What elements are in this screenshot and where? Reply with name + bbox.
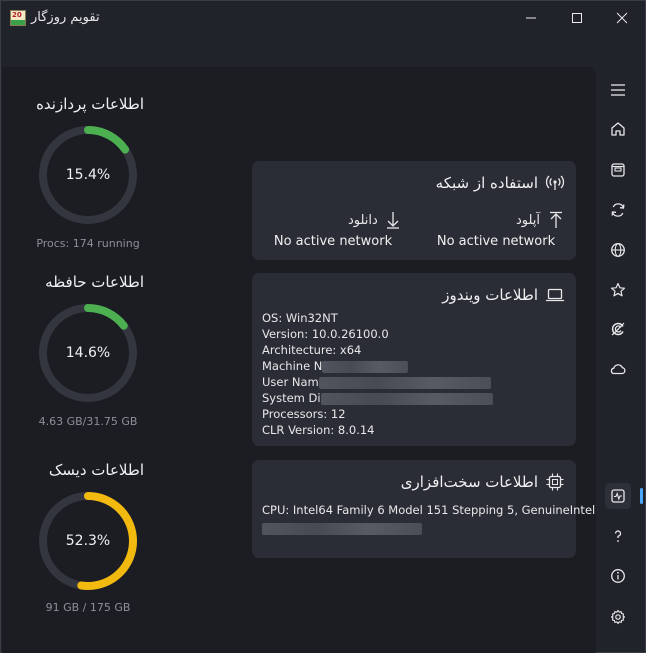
hardware-info-card: اطلاعات سخت‌افزاری CPU: Intel64 Family 6…	[252, 460, 595, 558]
nav-globe[interactable]	[605, 237, 631, 263]
hardware-info-title: اطلاعات سخت‌افزاری	[400, 473, 538, 491]
user-name-line: User Nam	[262, 374, 493, 390]
redacted-user-name	[318, 376, 491, 389]
hamburger-menu-icon	[611, 84, 625, 96]
chip-icon	[544, 471, 566, 493]
memory-usage: 4.63 GB/31.75 GB	[38, 415, 138, 428]
network-card: استفاده از شبکه آپلود دانلود No active n…	[252, 161, 576, 260]
version-line: Version: 10.0.26100.0	[262, 327, 389, 341]
download-label: دانلود	[348, 213, 378, 228]
system-monitor-icon	[611, 489, 625, 503]
system-dir-label: System Di	[262, 391, 321, 405]
disk-gauge-title: اطلاعات دیسک	[48, 461, 144, 479]
app-window: 20 تقویم روزگار اطلاعات پردازنده 15.4% P…	[0, 0, 646, 653]
minimize-button[interactable]	[508, 1, 554, 35]
nav-calendar[interactable]	[605, 157, 631, 183]
close-button[interactable]	[599, 1, 645, 35]
hardware-info-lines: CPU: Intel64 Family 6 Model 151 Stepping…	[262, 502, 595, 536]
upload-value: No active network	[436, 234, 556, 249]
upload-arrow-icon	[550, 211, 562, 228]
windows-info-card: اطلاعات ویندوز OS: Win32NT Version: 10.0…	[252, 273, 576, 446]
nav-rail	[595, 67, 645, 653]
maximize-button[interactable]	[554, 1, 600, 35]
nav-system-monitor[interactable]	[605, 483, 631, 509]
gpu-line	[262, 520, 595, 536]
cpu-line: CPU: Intel64 Family 6 Model 151 Stepping…	[262, 503, 596, 517]
memory-percent: 14.6%	[65, 345, 111, 361]
active-indicator	[640, 488, 643, 504]
processors-line: Processors: 12	[262, 407, 346, 421]
disk-usage: 91 GB / 175 GB	[45, 601, 131, 614]
settings-icon	[610, 609, 626, 625]
architecture-line: Architecture: x64	[262, 343, 362, 357]
app-title: تقویم روزگار	[31, 10, 100, 25]
nav-favorites[interactable]	[605, 277, 631, 303]
user-name-label: User Nam	[262, 375, 319, 389]
os-line: OS: Win32NT	[262, 311, 338, 325]
cpu-procs: Procs: 174 running	[36, 237, 140, 250]
nav-help[interactable]	[605, 523, 631, 549]
nav-cloud[interactable]	[605, 356, 631, 382]
clr-version-line: CLR Version: 8.0.14	[262, 423, 375, 437]
upload-label: آپلود	[516, 213, 541, 228]
windows-info-title: اطلاعات ویندوز	[442, 286, 538, 304]
home-icon	[611, 122, 625, 136]
laptop-icon	[544, 284, 566, 306]
maximize-icon	[572, 13, 582, 23]
globe-icon	[611, 243, 625, 257]
nav-home[interactable]	[605, 116, 631, 142]
disk-gauge: اطلاعات دیسک 52.3% 91 GB / 175 GB	[32, 461, 144, 621]
star-icon	[610, 282, 626, 297]
minimize-icon	[526, 17, 536, 19]
hamburger-menu-button[interactable]	[605, 77, 631, 103]
nav-browser[interactable]	[605, 316, 631, 342]
cpu-gauge: اطلاعات پردازنده 15.4% Procs: 174 runnin…	[32, 95, 144, 255]
network-title: استفاده از شبکه	[435, 174, 538, 192]
close-icon	[616, 12, 628, 24]
internet-explorer-icon	[611, 322, 625, 336]
cloud-icon	[610, 364, 626, 375]
memory-gauge: اطلاعات حافظه 14.6% 4.63 GB/31.75 GB	[32, 273, 144, 433]
redacted-machine-name	[322, 360, 409, 373]
download-arrow-icon	[387, 212, 399, 229]
info-icon	[611, 569, 625, 583]
redacted-system-dir	[320, 392, 493, 405]
calendar-icon	[611, 163, 625, 177]
antenna-icon	[544, 172, 566, 194]
app-logo-number: 20	[12, 11, 22, 19]
cpu-percent: 15.4%	[65, 167, 111, 183]
nav-settings[interactable]	[605, 604, 631, 630]
nav-about[interactable]	[605, 563, 631, 589]
download-value: No active network	[273, 234, 393, 249]
help-icon	[614, 530, 622, 542]
redacted-hardware-detail	[262, 522, 422, 535]
machine-name-line: Machine N	[262, 358, 493, 374]
title-bar: 20 تقویم روزگار	[1, 1, 645, 35]
machine-name-label: Machine N	[262, 359, 323, 373]
system-dir-line: System Di	[262, 390, 493, 406]
memory-gauge-title: اطلاعات حافظه	[45, 273, 144, 291]
app-logo-icon: 20	[10, 10, 26, 26]
windows-info-lines: OS: Win32NT Version: 10.0.26100.0 Archit…	[262, 310, 493, 438]
cpu-gauge-title: اطلاعات پردازنده	[36, 95, 144, 113]
disk-percent: 52.3%	[65, 533, 111, 549]
sync-icon	[611, 203, 625, 217]
nav-sync[interactable]	[605, 197, 631, 223]
main-panel: اطلاعات پردازنده 15.4% Procs: 174 runnin…	[2, 67, 596, 653]
